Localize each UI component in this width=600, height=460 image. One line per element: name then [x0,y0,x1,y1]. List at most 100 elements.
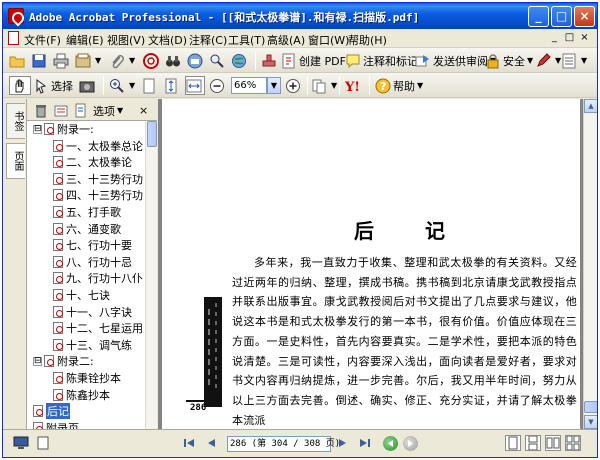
doc-minimize-button[interactable]: _ [548,31,561,44]
menu-comments[interactable]: 注释(C) [189,32,227,48]
maximize-button[interactable]: □ [551,6,572,27]
last-page-button[interactable] [357,435,373,451]
close-button[interactable]: × [574,6,595,27]
select-tool-button[interactable]: 选择 [33,76,73,95]
previous-view-button[interactable] [383,436,398,451]
new-bookmark-button[interactable] [53,101,71,120]
svg-text:Y!: Y! [345,80,360,94]
menu-window[interactable]: 窗口(W) [308,32,349,48]
document-view[interactable]: 后 记 多年来，我一直致力于收集、整理和武太极拳的有关资料。又经过近两年的归纳、… [158,99,583,429]
zoom-out-button[interactable] [209,76,227,95]
close-panel-button[interactable]: × [139,101,148,120]
delete-bookmark-button[interactable] [33,101,51,120]
zoom-level-input[interactable]: 66% [231,77,267,94]
bookmark-item[interactable]: 后记 [33,403,70,420]
menu-view[interactable]: 视图(V) [107,32,145,48]
scroll-down-button[interactable]: ▼ [584,415,597,429]
email-button[interactable] [187,51,205,70]
continuous-facing-button[interactable] [565,435,581,451]
bookmark-item[interactable]: 十二、七星运用 [53,320,143,336]
document-scroll-thumb[interactable] [584,401,597,413]
options-button[interactable]: 选项 ▼ [93,101,123,120]
snapshot-button[interactable] [79,76,97,95]
document-scrollbar[interactable]: ▲ ▼ [583,99,597,429]
web-button[interactable] [231,51,249,70]
single-page-button[interactable] [505,435,521,451]
bookmark-item[interactable]: 十一、八字诀 [53,304,132,320]
menu-help[interactable]: 帮助(H) [348,32,387,48]
collapse-icon[interactable]: ⊟ [33,356,42,366]
bookmark-item[interactable]: 陈秉铨抄本 [53,370,121,386]
fit-width-button[interactable] [185,76,205,95]
yahoo-button[interactable]: Y! [344,76,367,95]
tab-pages[interactable]: 页面 [6,143,25,179]
actual-size-button[interactable] [141,76,159,95]
bookmark-item[interactable]: 六、通变歌 [53,221,121,237]
organizer-button[interactable]: ▼ [75,51,101,70]
bookmark-item[interactable]: 十三、调气练 [53,337,132,353]
send-review-button[interactable]: 发送供审阅▼ [415,51,496,70]
bookmark-item[interactable]: 一、太极拳总论 [53,138,143,154]
menu-tools[interactable]: 工具(T) [228,32,265,48]
bookmark-item[interactable]: 十、七诀 [53,287,110,303]
zoom-level-dropdown[interactable]: ▼ [267,77,281,94]
page-number-field[interactable]: 286 (第 304 / 308 页) [227,436,340,452]
open-button[interactable] [9,51,27,70]
bookmark-icon [53,255,63,268]
bookmark-item[interactable]: 附录页 [33,420,79,429]
menu-document[interactable]: 文档(D) [148,32,187,48]
forms-button[interactable]: ▼ [561,51,587,70]
save-button[interactable] [31,51,49,70]
tab-bookmarks[interactable]: 书签 [6,103,25,139]
rotate-view-button[interactable]: ▼ [311,76,337,95]
bookmark-label: 三、十三势行功 [66,172,143,186]
doc-restore-button[interactable]: □ [563,31,576,44]
find-button[interactable] [165,51,183,70]
collapse-icon[interactable]: ⊟ [33,124,42,134]
bookmark-item[interactable]: 九、行功十八仆 [53,270,143,286]
organizer-icon [75,53,91,69]
bookmark-item[interactable]: 八、行功十忌 [53,254,132,270]
page-thumb-button[interactable] [35,435,51,451]
next-page-button[interactable] [335,435,351,451]
task-button[interactable] [261,51,279,70]
fit-page-button[interactable] [163,76,181,95]
minimize-button[interactable]: _ [528,6,549,27]
facing-button[interactable] [545,435,561,451]
create-pdf-button[interactable]: 创建 PDF▼ [281,51,354,70]
expand-bookmark-icon [73,103,89,119]
sign-button[interactable]: ▼ [535,51,561,70]
bookmark-item[interactable]: 二、太极拳论 [53,154,132,170]
help-button[interactable]: ? 帮助 ▼ [375,76,423,95]
bookmark-item[interactable]: 三、十三势行功 [53,171,143,187]
search-button[interactable] [209,51,227,70]
document-icon[interactable] [8,31,19,45]
first-page-button[interactable] [181,435,197,451]
expand-bookmark-button[interactable] [73,101,91,120]
menu-edit[interactable]: 编辑(E) [66,32,104,48]
bookmark-item[interactable]: 陈鑫抄本 [53,387,110,403]
attach-button[interactable]: ▼ [109,51,135,70]
bookmarks-scrollbar[interactable] [145,121,157,429]
bookmark-item[interactable]: ⊟ 附录二: [33,353,94,369]
bookmarks-scroll-thumb[interactable] [147,121,157,147]
menu-file[interactable]: 文件(F) [24,32,61,48]
page-info-button[interactable] [13,435,29,451]
previous-page-button[interactable] [203,435,219,451]
bookmark-item[interactable]: 四、十三势行功 [53,187,143,203]
zoom-tool-button[interactable]: ▼ [109,76,135,95]
doc-close-button[interactable]: × [578,31,591,44]
next-view-button[interactable] [403,436,418,451]
scroll-up-button[interactable]: ▲ [584,99,597,113]
bookmark-item[interactable]: 五、打手歌 [53,204,121,220]
comment-markup-button[interactable]: 注释和标记▼ [345,51,426,70]
acrobat-button[interactable] [143,51,161,70]
bookmark-item[interactable]: 七、行功十要 [53,237,132,253]
menu-advanced[interactable]: 高级(A) [267,32,305,48]
print-button[interactable] [53,51,71,70]
continuous-button[interactable] [525,435,541,451]
zoom-in-button[interactable] [285,76,303,95]
hand-tool-button[interactable] [9,76,31,95]
security-button[interactable]: 安全 ▼ [485,51,533,70]
bookmark-item[interactable]: ⊟ 附录一: [33,121,94,137]
